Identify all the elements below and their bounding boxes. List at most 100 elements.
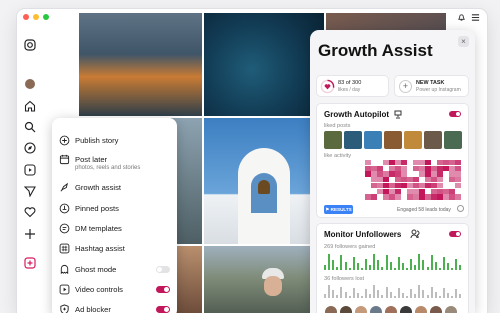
bar — [377, 260, 380, 270]
new-task-label: NEW TASK — [416, 80, 445, 86]
bar — [414, 265, 417, 270]
heatmap-cell — [413, 177, 419, 183]
follower-avatar[interactable] — [399, 305, 413, 313]
engaged-text: Engaged 58 leads today — [397, 207, 451, 213]
close-panel-button[interactable]: × — [458, 36, 469, 47]
liked-post-thumbnail[interactable] — [364, 131, 382, 149]
heatmap-cell — [371, 194, 377, 200]
follower-avatar[interactable] — [339, 305, 353, 313]
reels-icon[interactable] — [24, 164, 36, 176]
toggle-ad-blocker[interactable] — [156, 306, 170, 313]
bar — [397, 257, 400, 270]
plus-circle-icon — [59, 135, 70, 146]
bar — [356, 293, 359, 298]
liked-post-thumbnail[interactable] — [424, 131, 442, 149]
heatmap-cell — [365, 160, 371, 166]
menu-icon[interactable] — [471, 13, 480, 25]
toggle-video-controls[interactable] — [156, 286, 170, 293]
menu-item-growth-assist[interactable]: Growth assist — [59, 182, 170, 193]
heatmap-cell — [437, 182, 443, 189]
new-task-button[interactable]: + NEW TASK Power up Instagram — [394, 75, 469, 97]
bar — [401, 263, 404, 270]
follower-avatar[interactable] — [414, 305, 428, 313]
results-button[interactable]: ⚑ RESULTS — [324, 205, 353, 214]
menu-item-publish-story[interactable]: Publish story — [59, 135, 170, 146]
liked-post-thumbnail[interactable] — [404, 131, 422, 149]
bar — [451, 268, 454, 270]
bar — [426, 295, 429, 298]
calendar-icon — [59, 154, 70, 165]
menu-item-ad-blocker[interactable]: Ad blocker — [59, 304, 170, 313]
heatmap-cell — [455, 160, 461, 166]
compass-icon[interactable] — [24, 142, 36, 154]
photo-bell-tower[interactable] — [204, 118, 324, 244]
bar — [459, 265, 462, 270]
bar — [430, 255, 433, 270]
heart-icon[interactable] — [24, 206, 36, 218]
bar — [406, 268, 408, 270]
notification-icon[interactable] — [457, 13, 466, 25]
autopilot-toggle[interactable] — [449, 111, 461, 117]
bar — [447, 293, 449, 298]
bar — [393, 268, 396, 270]
avatar[interactable] — [24, 78, 36, 90]
instagram-icon[interactable] — [24, 39, 36, 51]
maximize-window-button[interactable] — [43, 14, 49, 20]
liked-post-thumbnail[interactable] — [444, 131, 462, 149]
heatmap-cell — [449, 188, 455, 194]
menu-item-label: Publish story — [75, 136, 119, 145]
bar — [348, 268, 351, 270]
plus-square-icon[interactable] — [24, 257, 36, 269]
menu-item-hashtag-assist[interactable]: Hashtag assist — [59, 243, 170, 254]
pin-icon — [59, 203, 70, 214]
follower-avatar[interactable] — [444, 305, 458, 313]
photo-underwater-diver[interactable] — [204, 13, 324, 116]
liked-post-thumbnail[interactable] — [344, 131, 362, 149]
heatmap-cell — [395, 188, 401, 194]
menu-item-video-controls[interactable]: Video controls — [59, 284, 170, 295]
bar — [328, 254, 331, 270]
send-icon[interactable] — [24, 185, 36, 197]
close-window-button[interactable] — [23, 14, 29, 20]
photo-mountain-lake[interactable] — [79, 13, 202, 116]
heatmap-cell — [401, 165, 407, 172]
liked-post-thumbnail[interactable] — [384, 131, 402, 149]
menu-item-pinned-posts[interactable]: Pinned posts — [59, 203, 170, 214]
unfollowers-toggle[interactable] — [449, 231, 461, 237]
menu-item-label: Hashtag assist — [75, 244, 125, 253]
bar — [418, 254, 421, 270]
bar — [438, 268, 441, 270]
liked-post-thumbnail[interactable] — [324, 131, 342, 149]
add-icon[interactable] — [24, 228, 36, 240]
heatmap-cell — [401, 160, 407, 166]
bar — [434, 292, 437, 298]
follower-avatar[interactable] — [324, 305, 338, 313]
menu-item-post-later[interactable]: Post later photos, reels and stories — [59, 154, 170, 171]
menu-item-dm-templates[interactable]: DM templates — [59, 223, 170, 234]
unfollowers-card: Monitor Unfollowers 269 followers gained… — [316, 223, 469, 313]
bar — [442, 257, 445, 270]
follower-avatar[interactable] — [369, 305, 383, 313]
follower-avatar[interactable] — [384, 305, 398, 313]
toggle-ghost-mode[interactable] — [156, 266, 170, 273]
search-icon[interactable] — [24, 121, 36, 133]
follower-avatar[interactable] — [354, 305, 368, 313]
lost-label: 36 followers lost — [324, 276, 365, 282]
bar — [426, 267, 429, 270]
menu-item-label: Post later — [75, 155, 108, 164]
heatmap-cell — [437, 171, 443, 177]
bar — [365, 289, 367, 298]
like-activity-label: like activity — [324, 153, 352, 159]
heatmap-cell — [425, 160, 431, 166]
bar — [434, 262, 437, 270]
menu-item-ghost-mode[interactable]: Ghost mode — [59, 264, 170, 275]
photo-cyclist[interactable] — [204, 246, 324, 313]
minimize-window-button[interactable] — [33, 14, 39, 20]
menu-item-label: Pinned posts — [75, 204, 119, 213]
bar — [340, 287, 343, 298]
menu-item-sub: photos, reels and stories — [75, 165, 141, 171]
growth-assist-panel: × Growth Assist 83 of 300 likes / day + … — [310, 30, 475, 313]
follower-avatar[interactable] — [429, 305, 443, 313]
home-icon[interactable] — [24, 100, 36, 112]
features-menu: Publish story Post later photos, reels and… — [52, 118, 177, 313]
